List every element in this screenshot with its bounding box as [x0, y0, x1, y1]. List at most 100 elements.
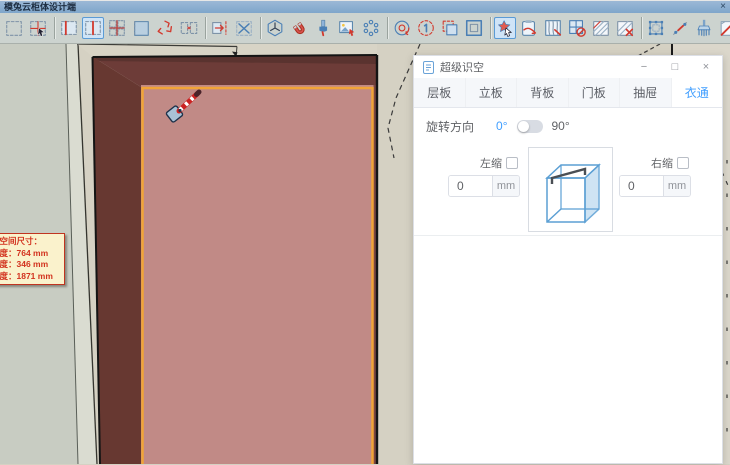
app-titlebar: 模兔云柜体设计端 × — [0, 0, 730, 13]
app-close-icon[interactable]: × — [720, 2, 726, 12]
cube-preview — [528, 147, 613, 232]
divide-left-icon — [59, 18, 79, 38]
overlap-squares-button[interactable] — [439, 17, 461, 39]
toggle-knob — [518, 121, 529, 132]
tab-clothes-rail[interactable]: 衣通 — [672, 78, 723, 107]
tab-back-board[interactable]: 背板 — [517, 78, 569, 107]
divide-center-icon — [83, 18, 103, 38]
app-title: 模兔云柜体设计端 — [4, 1, 76, 13]
hatch-fill-button[interactable] — [590, 17, 612, 39]
tab-vertical-board[interactable]: 立板 — [466, 78, 518, 107]
right-shrink-group: 右缩 mm — [619, 156, 691, 197]
refresh-loop-icon — [392, 18, 412, 38]
rotation-label: 旋转方向 — [426, 118, 474, 135]
select-area-button[interactable] — [3, 17, 25, 39]
door-panel[interactable] — [141, 85, 375, 464]
clipboard-sweep-icon — [519, 18, 539, 38]
hatch-fill-icon — [591, 18, 611, 38]
material-picture-button[interactable] — [336, 17, 358, 39]
left-shrink-group: 左缩 mm — [448, 156, 520, 197]
wardrobe-cube-icon — [529, 148, 612, 231]
toolbar — [0, 13, 730, 44]
panel-maximize-icon[interactable]: □ — [668, 60, 682, 74]
window-block-icon — [567, 18, 587, 38]
material-picture-icon — [337, 18, 357, 38]
panel-titlebar[interactable]: 超级识空 − □ × — [414, 56, 722, 78]
select-erase-button[interactable] — [27, 17, 49, 39]
broom-clean-button[interactable] — [693, 17, 715, 39]
right-shrink-label: 右缩 — [651, 155, 673, 171]
window-block-button[interactable] — [566, 17, 588, 39]
hatch-erase-button[interactable] — [614, 17, 636, 39]
window-frame-icon — [464, 18, 484, 38]
node-line-button[interactable] — [669, 17, 691, 39]
divide-grid-icon — [107, 18, 127, 38]
cross-diagonal-icon — [234, 18, 254, 38]
fill-board-icon — [131, 18, 151, 38]
extend-panel-button[interactable] — [209, 17, 231, 39]
clipboard-sweep-button[interactable] — [518, 17, 540, 39]
rotation-row: 旋转方向 0° 90° — [426, 116, 570, 136]
toolbar-separator — [205, 17, 206, 39]
hatch-erase-icon — [615, 18, 635, 38]
right-shrink-unit: mm — [663, 176, 690, 196]
magnet-snap-button[interactable] — [288, 17, 310, 39]
mirror-copy-icon — [179, 18, 199, 38]
right-shrink-input[interactable] — [620, 176, 663, 196]
window-frame-button[interactable] — [463, 17, 485, 39]
divide-center-button[interactable] — [82, 17, 104, 39]
left-shrink-label: 左缩 — [480, 155, 502, 171]
slash-clear-icon — [718, 18, 730, 38]
panel-close-icon[interactable]: × — [699, 60, 713, 74]
cross-diagonal-button[interactable] — [233, 17, 255, 39]
recycle-loop-button[interactable] — [154, 17, 176, 39]
magnet-snap-icon — [289, 18, 309, 38]
rotation-option-0[interactable]: 0° — [496, 119, 507, 133]
fill-board-button[interactable] — [130, 17, 152, 39]
star-pick-button[interactable] — [494, 17, 516, 39]
panel-tabs: 层板 立板 背板 门板 抽屉 衣通 — [414, 78, 722, 108]
group-dots-button[interactable] — [360, 17, 382, 39]
rotation-toggle[interactable] — [517, 120, 543, 133]
super-space-panel: 超级识空 − □ × 层板 立板 背板 门板 抽屉 衣通 旋转方向 0° 90°… — [413, 55, 723, 464]
tab-door-board[interactable]: 门板 — [569, 78, 621, 107]
rotation-option-90[interactable]: 90° — [552, 119, 570, 133]
axis-hexagon-button[interactable] — [264, 17, 286, 39]
tab-drawer[interactable]: 抽屉 — [620, 78, 672, 107]
panel-content: 旋转方向 0° 90° 左缩 mm — [414, 108, 722, 465]
divide-grid-button[interactable] — [106, 17, 128, 39]
toolbar-separator — [641, 17, 642, 39]
circle-one-button[interactable] — [415, 17, 437, 39]
clothes-rail-icon — [552, 169, 585, 184]
bounding-box-button[interactable] — [645, 17, 667, 39]
paint-brush-icon — [313, 18, 333, 38]
recycle-loop-icon — [155, 18, 175, 38]
slash-clear-button[interactable] — [717, 17, 730, 39]
tooltip-height: 高度：1871 mm — [0, 271, 61, 283]
extend-panel-icon — [210, 18, 230, 38]
broom-clean-icon — [694, 18, 714, 38]
curtain-texture-icon — [543, 18, 563, 38]
circle-one-icon — [416, 18, 436, 38]
tab-shelf-board[interactable]: 层板 — [414, 78, 466, 107]
tooltip-depth: 深度：346 mm — [0, 259, 61, 271]
node-line-icon — [670, 18, 690, 38]
paint-brush-button[interactable] — [312, 17, 334, 39]
select-erase-icon — [28, 18, 48, 38]
divide-left-button[interactable] — [58, 17, 80, 39]
right-shrink-checkbox[interactable] — [677, 157, 689, 169]
mirror-copy-button[interactable] — [178, 17, 200, 39]
cabinet-interior-left — [93, 57, 141, 464]
dimension-tooltip: 识空间尺寸： 宽度：764 mm 深度：346 mm 高度：1871 mm — [0, 233, 65, 285]
panel-title: 超级识空 — [440, 59, 620, 75]
toolbar-separator — [490, 17, 491, 39]
refresh-loop-button[interactable] — [391, 17, 413, 39]
panel-minimize-icon[interactable]: − — [637, 60, 651, 74]
left-shrink-checkbox[interactable] — [506, 157, 518, 169]
curtain-texture-button[interactable] — [542, 17, 564, 39]
tooltip-width: 宽度：764 mm — [0, 248, 61, 260]
content-divider — [414, 235, 722, 236]
overlap-squares-icon — [440, 18, 460, 38]
left-shrink-input[interactable] — [449, 176, 492, 196]
toolbar-separator — [54, 17, 55, 39]
